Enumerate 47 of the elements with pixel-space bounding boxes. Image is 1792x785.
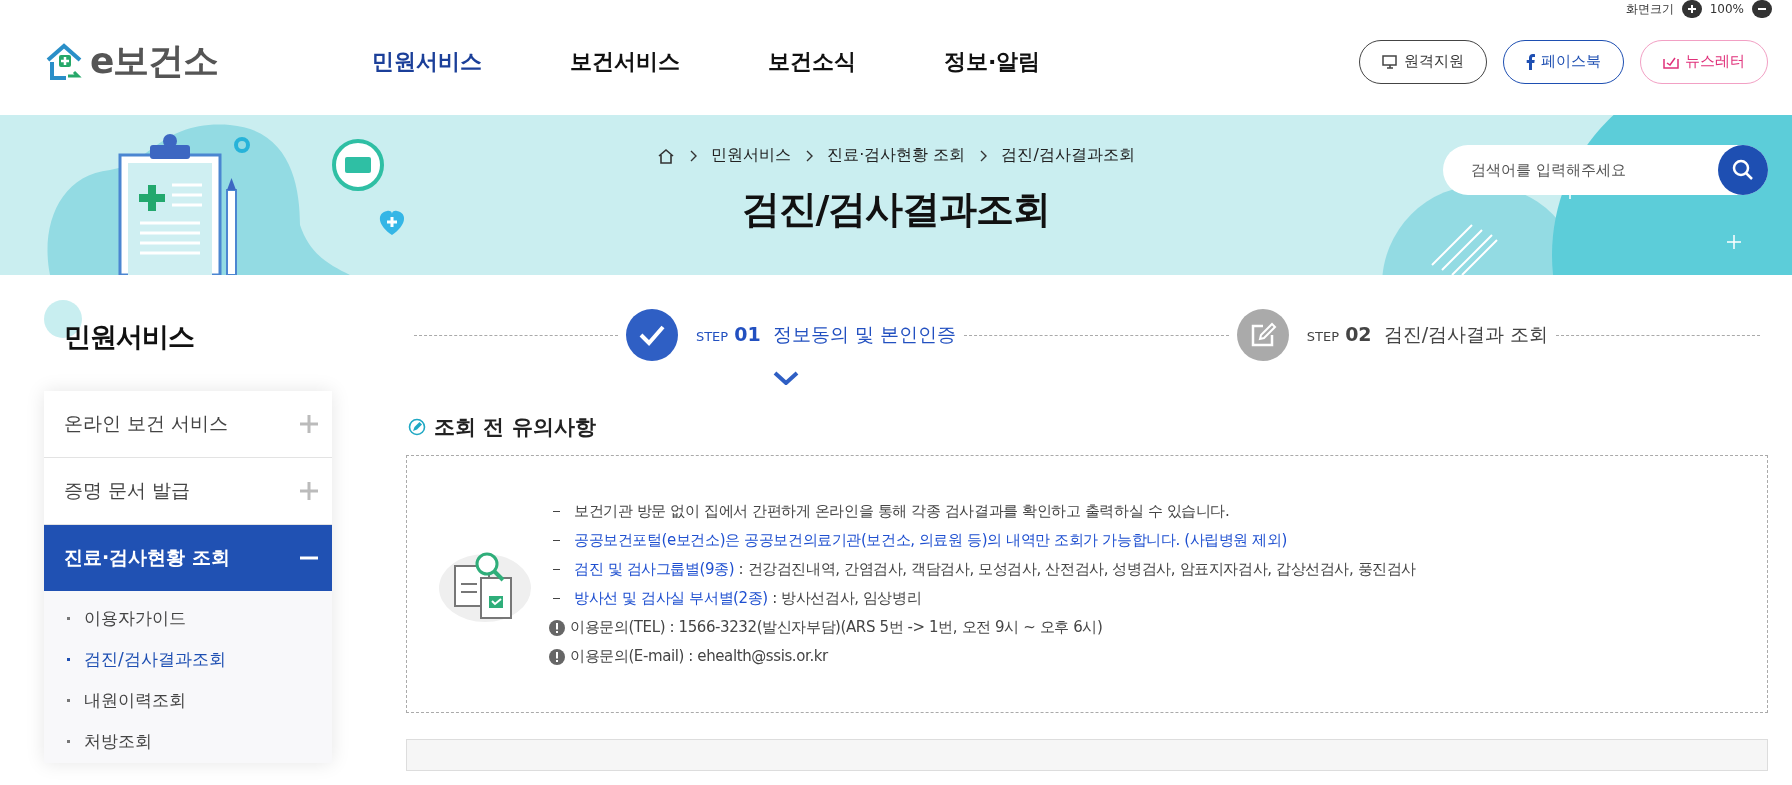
pencil-icon [408, 418, 426, 436]
submenu-item[interactable]: 이용자가이드 [64, 607, 332, 630]
minus-icon [299, 556, 319, 560]
submenu-item[interactable]: 내원이력조회 [64, 689, 332, 712]
facebook-button[interactable]: 페이스북 [1503, 39, 1624, 84]
page-title: 검진/검사결과조회 [741, 186, 1051, 233]
breadcrumb-link[interactable]: 진료·검사현황 조회 [827, 145, 966, 166]
search-icon [1732, 159, 1754, 181]
remote-support-button[interactable]: 원격지원 [1359, 39, 1487, 84]
home-icon[interactable] [657, 147, 676, 164]
pencil-icon [1236, 309, 1289, 361]
step-indicator: STEP 02 검진/검사결과 조회 [1236, 309, 1549, 361]
notice-line: 검진 및 검사그룹별(9종) : 건강검진내역, 간염검사, 객담검사, 모성검사, 산전검사, 성병검사, 암표지자검사, 갑상선검사, 풍진검사 [549, 560, 1417, 579]
breadcrumb-link[interactable]: 검진/검사결과조회 [1001, 145, 1135, 166]
chevron-icon [689, 149, 698, 162]
nav-link[interactable]: 보건소식 [768, 46, 856, 77]
plus-icon [299, 414, 319, 434]
zoom-value: 100% [1709, 2, 1744, 16]
notice-line: 보건기관 방문 없이 집에서 간편하게 온라인을 통해 각종 검사결과를 확인하고 출력하실 수 있습니다. [549, 502, 1417, 521]
zoom-label: 화면크기 [1625, 0, 1674, 18]
facebook-icon [1526, 53, 1535, 70]
notice-line: 방사선 및 검사실 부서별(2종) : 방사선검사, 임상병리 [549, 589, 1417, 608]
submenu-item[interactable]: 검진/검사결과조회 [64, 648, 332, 671]
sidebar-item[interactable]: 온라인 보건 서비스 [44, 391, 332, 458]
chevron-icon [979, 149, 988, 162]
nav-link[interactable]: 민원서비스 [372, 46, 482, 77]
monitor-icon [1382, 54, 1398, 69]
logo[interactable]: e보건소 [42, 37, 372, 86]
zoom-in-button[interactable] [1681, 0, 1702, 18]
plus-icon [1686, 4, 1697, 14]
zoom-out-button[interactable] [1752, 0, 1772, 18]
sidebar-title: 민원서비스 [64, 320, 195, 354]
chevron-down-icon [772, 371, 799, 385]
step-indicator: STEP 01 정보동의 및 본인인증 [625, 309, 956, 361]
nav-link[interactable]: 보건서비스 [570, 46, 680, 77]
plus-icon [299, 481, 319, 501]
chevron-icon [805, 149, 814, 162]
notice-line: 이용문의(E-mail) : ehealth@ssis.or.kr [549, 647, 1417, 666]
sidebar-item[interactable]: 진료·검사현황 조회 [44, 525, 332, 591]
newsletter-button[interactable]: 뉴스레터 [1640, 39, 1768, 84]
section-title: 조회 전 유의사항 [434, 414, 596, 441]
submenu-item[interactable]: 처방조회 [64, 730, 332, 753]
notice-line: 이용문의(TEL) : 1566-3232(발신자부담)(ARS 5번 -> 1번, 오전 9시 ~ 오후 6시) [549, 618, 1417, 637]
breadcrumb-link[interactable]: 민원서비스 [711, 145, 792, 166]
nav-link[interactable]: 정보·알림 [944, 46, 1041, 77]
notice-line: 공공보건포털(e보건소)은 공공보건의료기관(보건소, 의료원 등)의 내역만 조회가 가능합니다. (사립병원 제외) [549, 531, 1417, 550]
checkmark-icon [625, 309, 678, 361]
